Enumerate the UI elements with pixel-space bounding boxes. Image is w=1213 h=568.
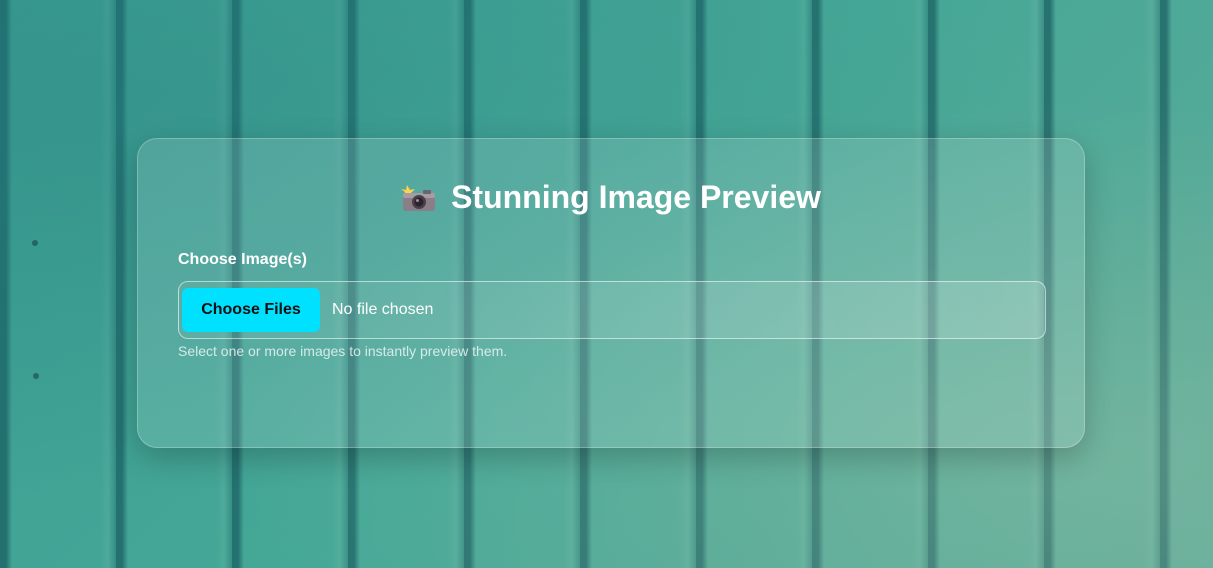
page-title: Stunning Image Preview bbox=[138, 179, 1084, 216]
page-title-text: Stunning Image Preview bbox=[451, 179, 821, 215]
file-input-hint: Select one or more images to instantly p… bbox=[178, 343, 508, 359]
file-status-text: No file chosen bbox=[332, 301, 434, 318]
file-input[interactable]: Choose Files No file chosen bbox=[178, 281, 1046, 339]
background-spot bbox=[32, 240, 38, 246]
camera-flash-icon bbox=[401, 183, 437, 213]
choose-files-button[interactable]: Choose Files bbox=[182, 288, 320, 332]
file-input-label: Choose Image(s) bbox=[178, 251, 307, 268]
background-spot bbox=[33, 373, 39, 379]
image-preview-card: Stunning Image Preview Choose Image(s) C… bbox=[137, 138, 1085, 448]
